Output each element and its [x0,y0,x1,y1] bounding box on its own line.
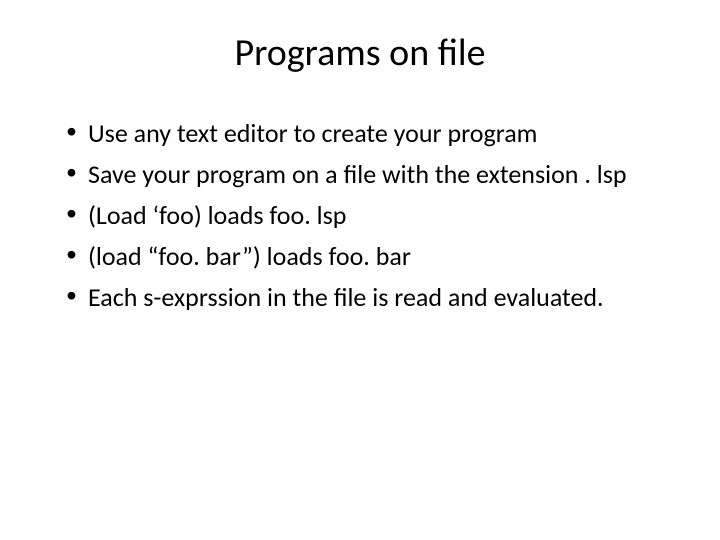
list-item: (Load ‘foo) loads foo. lsp [60,198,670,233]
bullet-list: Use any text editor to create your progr… [60,116,670,315]
slide: Programs on file Use any text editor to … [0,0,720,540]
list-item: Save your program on a file with the ext… [60,157,670,192]
slide-title: Programs on file [40,30,680,76]
list-item: Each s-exprssion in the file is read and… [60,280,670,315]
list-item: Use any text editor to create your progr… [60,116,670,151]
list-item: (load “foo. bar”) loads foo. bar [60,239,670,274]
